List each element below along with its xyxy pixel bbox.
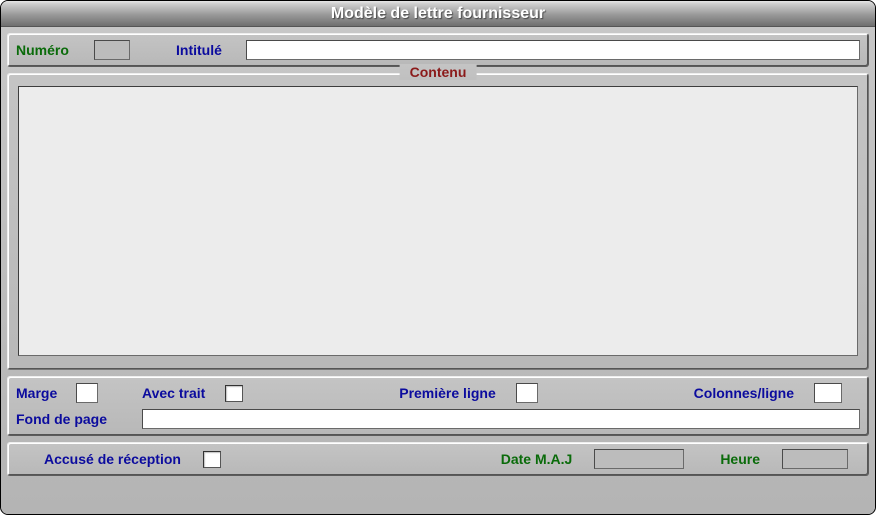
intitule-input[interactable] bbox=[246, 40, 860, 60]
marge-input[interactable] bbox=[76, 383, 98, 403]
titlebar: Modèle de lettre fournisseur bbox=[1, 1, 875, 27]
date-maj-label: Date M.A.J bbox=[501, 451, 573, 467]
header-row: Numéro Intitulé bbox=[16, 40, 860, 60]
numero-label: Numéro bbox=[16, 42, 86, 58]
accuse-checkbox[interactable] bbox=[203, 451, 221, 468]
footer-panel: Accusé de réception Date M.A.J Heure bbox=[7, 442, 869, 476]
header-panel: Numéro Intitulé bbox=[7, 33, 869, 67]
numero-field bbox=[94, 40, 130, 60]
window-title: Modèle de lettre fournisseur bbox=[331, 5, 545, 22]
footer-row: Accusé de réception Date M.A.J Heure bbox=[16, 449, 860, 469]
fond-de-page-label: Fond de page bbox=[16, 411, 134, 427]
heure-label: Heure bbox=[720, 451, 760, 467]
avec-trait-label: Avec trait bbox=[142, 385, 205, 401]
content-fieldset: Contenu bbox=[7, 73, 869, 370]
options-panel: Marge Avec trait Première ligne Colonnes… bbox=[7, 376, 869, 436]
content-legend: Contenu bbox=[400, 64, 477, 80]
marge-label: Marge bbox=[16, 385, 68, 401]
options-row-1: Marge Avec trait Première ligne Colonnes… bbox=[16, 383, 860, 403]
premiere-ligne-input[interactable] bbox=[516, 383, 538, 403]
avec-trait-checkbox[interactable] bbox=[225, 385, 243, 402]
content-textarea[interactable] bbox=[18, 86, 858, 356]
heure-field bbox=[782, 449, 848, 469]
accuse-label: Accusé de réception bbox=[44, 451, 181, 467]
dialog-window: Modèle de lettre fournisseur Numéro Inti… bbox=[0, 0, 876, 515]
date-maj-field bbox=[594, 449, 684, 469]
options-row-2: Fond de page bbox=[16, 409, 860, 429]
dialog-body: Numéro Intitulé Contenu Marge Avec trait bbox=[1, 27, 875, 514]
colonnes-ligne-input[interactable] bbox=[814, 383, 842, 403]
intitule-label: Intitulé bbox=[176, 42, 238, 58]
colonnes-ligne-label: Colonnes/ligne bbox=[694, 385, 794, 401]
premiere-ligne-label: Première ligne bbox=[399, 385, 496, 401]
fond-de-page-input[interactable] bbox=[142, 409, 860, 429]
